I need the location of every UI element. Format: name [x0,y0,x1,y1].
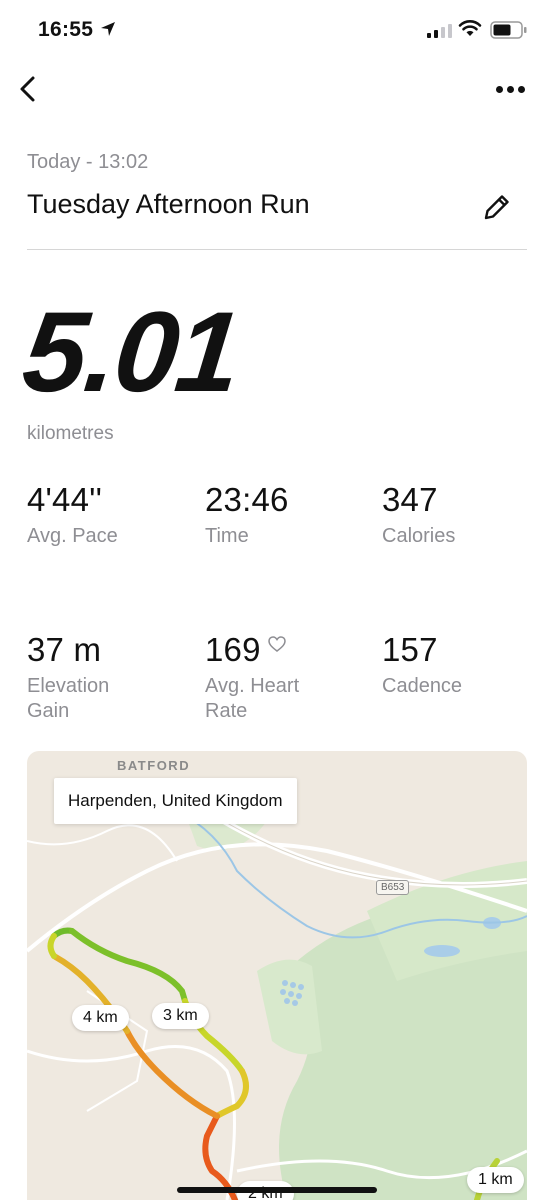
pencil-icon[interactable] [480,190,514,224]
stat-value: 169 [205,633,335,666]
area-label: BATFORD [117,758,191,773]
nav-bar [0,66,554,112]
stat-label: Calories [382,525,456,547]
stat-avg-heart-rate: 169 Avg. Heart Rate [205,633,335,724]
stat-label: Avg. Pace [27,525,118,547]
stat-value: 4'44'' [27,481,103,518]
km-marker: 4 km [72,1005,129,1031]
run-date: Today - 13:02 [27,151,149,173]
location-arrow-icon [101,22,115,36]
stat-time: 23:46 Time [205,483,375,549]
stat-elevation-gain: 37 m Elevation Gain [27,633,157,724]
more-dots-icon[interactable] [490,76,530,102]
battery-icon [490,21,527,39]
status-bar: 16:55 [0,0,554,60]
header-divider [27,249,527,250]
signal-icon [427,22,452,38]
stat-label: Elevation Gain [27,675,110,722]
location-callout[interactable]: Harpenden, United Kingdom [54,778,297,824]
stat-label: Time [205,525,249,547]
road-label: B653 [376,880,410,895]
km-marker: 1 km [467,1167,524,1193]
distance-value: 5.01 [17,289,245,416]
stat-label: Avg. Heart Rate [205,675,300,722]
wifi-icon [458,20,482,36]
stat-value: 23:46 [205,481,289,518]
heart-outline-icon [267,636,286,652]
stat-value: 157 [382,631,438,668]
km-marker: 3 km [152,1003,209,1029]
stat-value: 347 [382,481,438,518]
run-title: Tuesday Afternoon Run [27,189,310,219]
stat-avg-pace: 4'44'' Avg. Pace [27,483,197,549]
home-indicator[interactable] [177,1187,377,1193]
back-chevron-icon[interactable] [14,74,44,104]
route-map[interactable]: BATFORD B653 Harpenden, United Kingdom 4… [27,751,527,1200]
status-time: 16:55 [38,18,94,41]
stat-calories: 347 Calories [382,483,552,549]
stat-value: 37 m [27,631,102,668]
stat-label: Cadence [382,675,463,697]
distance-unit: kilometres [27,423,114,444]
stat-cadence: 157 Cadence [382,633,552,699]
